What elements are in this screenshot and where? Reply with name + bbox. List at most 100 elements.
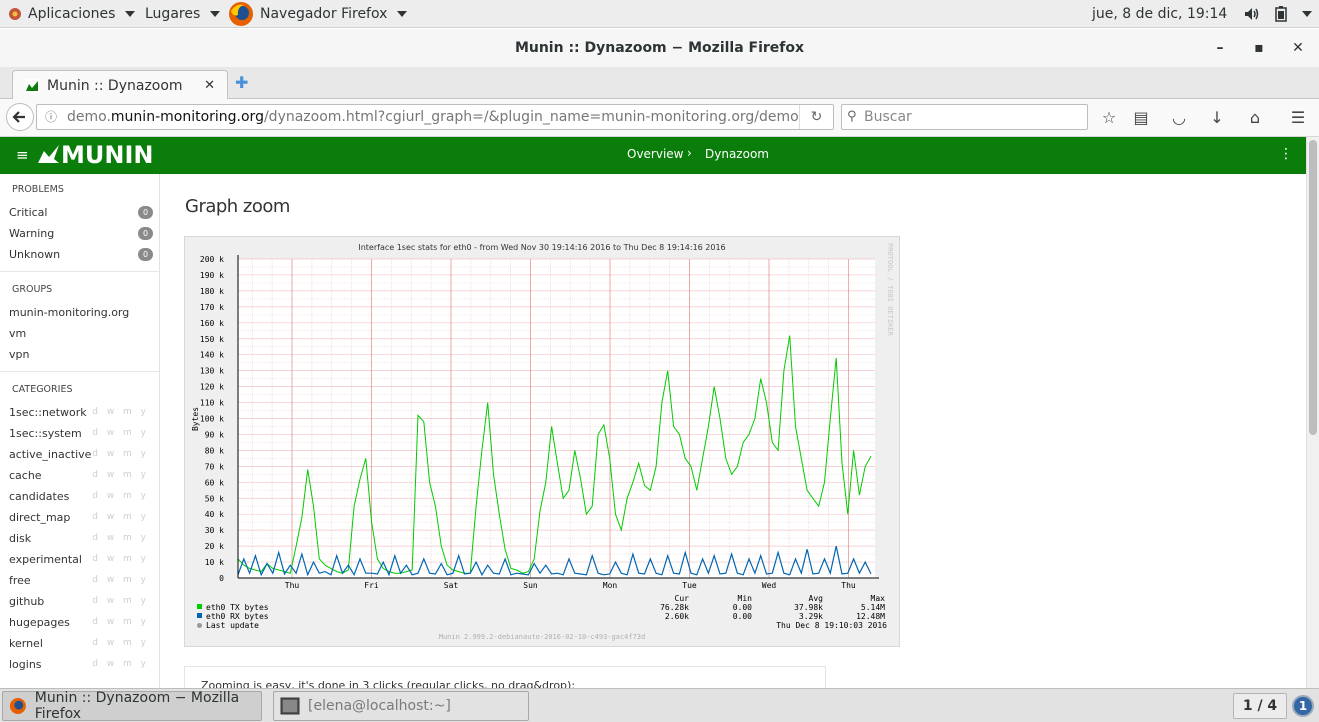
period-links[interactable]: d w m y — [92, 528, 149, 549]
legend-value-min: 0.00 — [733, 603, 752, 612]
problem-critical[interactable]: Critical 0 — [0, 202, 159, 223]
y-tick-label: 160 k — [200, 319, 224, 328]
system-menu[interactable] — [1298, 0, 1312, 28]
y-tick-label: 180 k — [200, 287, 224, 296]
group-link[interactable]: vpn — [0, 344, 159, 365]
period-links[interactable]: d w m y — [92, 507, 149, 528]
munin-favicon-icon — [25, 78, 39, 93]
taskbar-terminal-label: [elena@localhost:~] — [308, 698, 451, 714]
taskbar-terminal-window[interactable]: [elena@localhost:~] — [273, 691, 529, 721]
pocket-icon[interactable]: ◡ — [1169, 108, 1189, 128]
period-links[interactable]: d w m y — [92, 465, 149, 486]
site-info-icon[interactable]: ⓘ — [45, 105, 57, 129]
y-tick-label: 90 k — [205, 430, 224, 439]
legend-header-avg: Avg — [809, 594, 824, 603]
category-label: experimental — [9, 553, 82, 566]
volume-icon[interactable] — [1244, 0, 1260, 28]
y-tick-label: 70 k — [205, 462, 224, 471]
places-label: Lugares — [145, 6, 201, 22]
x-tick-label: Wed — [762, 581, 777, 590]
window-title-bar: Munin :: Dynazoom − Mozilla Firefox – ▪ … — [0, 29, 1319, 67]
home-icon[interactable]: ⌂ — [1245, 108, 1265, 128]
period-links[interactable]: d w m y — [92, 402, 149, 423]
x-tick-label: Fri — [364, 581, 379, 590]
munin-bird-icon — [38, 145, 59, 163]
menu-toggle-icon[interactable]: ≡ — [16, 146, 29, 164]
clock[interactable]: jue, 8 de dic, 19:14 — [1092, 0, 1227, 28]
group-link[interactable]: munin-monitoring.org — [0, 302, 159, 323]
reading-list-icon[interactable]: ▤ — [1131, 108, 1151, 128]
minimize-button[interactable]: – — [1210, 29, 1230, 67]
period-links[interactable]: d w m y — [92, 591, 149, 612]
period-links[interactable]: d w m y — [92, 444, 149, 465]
period-links[interactable]: d w m y — [92, 549, 149, 570]
workspace-label: 1 / 4 — [1242, 698, 1278, 714]
period-links[interactable]: d w m y — [92, 612, 149, 633]
period-links[interactable]: d w m y — [92, 570, 149, 591]
munin-logo[interactable]: MUNIN — [38, 141, 153, 169]
period-links[interactable]: d w m y — [92, 486, 149, 507]
more-options-icon[interactable]: ⋮ — [1279, 146, 1293, 162]
category-link[interactable]: active_inactive d w m y — [0, 444, 159, 465]
breadcrumb-separator: › — [687, 146, 692, 160]
x-tick-label: Mon — [603, 581, 618, 590]
reload-button[interactable]: ↻ — [799, 105, 833, 129]
hamburger-menu-icon[interactable]: ☰ — [1288, 108, 1308, 128]
category-link[interactable]: experimental d w m y — [0, 549, 159, 570]
firefox-app-label: Navegador Firefox — [260, 6, 388, 22]
problem-warning[interactable]: Warning 0 — [0, 223, 159, 244]
category-link[interactable]: github d w m y — [0, 591, 159, 612]
maximize-button[interactable]: ▪ — [1249, 29, 1269, 67]
graph-title: Interface 1sec stats for eth0 - from Wed… — [358, 243, 725, 252]
y-tick-label: 150 k — [200, 335, 224, 344]
tab-munin-dynazoom[interactable]: Munin :: Dynazoom ✕ — [12, 70, 228, 100]
period-links[interactable]: d w m y — [92, 633, 149, 654]
close-window-button[interactable]: ✕ — [1288, 29, 1308, 67]
y-tick-label: 80 k — [205, 446, 224, 455]
taskbar-firefox-window[interactable]: Munin :: Dynazoom − Mozilla Firefox — [2, 690, 262, 722]
problem-label: Warning — [9, 227, 55, 240]
battery-icon[interactable] — [1275, 0, 1287, 28]
group-link[interactable]: vm — [0, 323, 159, 344]
graph-panel[interactable]: 0 10 k 20 k 30 k 40 k 50 k 60 k 70 k 80 k 90 k 100… — [184, 236, 900, 647]
category-link[interactable]: 1sec::system d w m y — [0, 423, 159, 444]
applications-label: Aplicaciones — [28, 6, 116, 22]
places-menu[interactable]: Lugares — [145, 0, 221, 28]
graph-image[interactable]: 0 10 k 20 k 30 k 40 k 50 k 60 k 70 k 80 k 90 k 100… — [185, 237, 899, 646]
url-prefix: demo. — [67, 109, 111, 125]
category-link[interactable]: direct_map d w m y — [0, 507, 159, 528]
category-label: free — [9, 574, 31, 587]
search-input[interactable]: ⚲ Buscar — [841, 104, 1088, 130]
breadcrumb-overview[interactable]: Overview — [627, 147, 684, 161]
tab-close-button[interactable]: ✕ — [204, 78, 215, 93]
scrollbar-thumb[interactable] — [1309, 140, 1317, 435]
group-label: vpn — [9, 348, 30, 361]
navigation-toolbar: ⓘ demo.munin-monitoring.org/dynazoom.htm… — [0, 99, 1319, 137]
firefox-app-menu[interactable]: Navegador Firefox — [228, 0, 408, 28]
url-host: munin-monitoring.org — [110, 109, 264, 125]
y-tick-label: 100 k — [200, 415, 224, 424]
category-link[interactable]: kernel d w m y — [0, 633, 159, 654]
url-bar[interactable]: ⓘ demo.munin-monitoring.org/dynazoom.htm… — [36, 104, 834, 130]
category-link[interactable]: free d w m y — [0, 570, 159, 591]
applications-menu[interactable]: Aplicaciones — [8, 0, 136, 28]
period-links[interactable]: d w m y — [92, 423, 149, 444]
category-link[interactable]: candidates d w m y — [0, 486, 159, 507]
y-axis-label: Bytes — [191, 407, 200, 431]
munin-header: ≡ MUNIN Overview › Dynazoom ⋮ — [0, 137, 1306, 174]
downloads-icon[interactable]: ↓ — [1207, 108, 1227, 128]
category-link[interactable]: 1sec::network d w m y — [0, 402, 159, 423]
category-link[interactable]: cache d w m y — [0, 465, 159, 486]
notification-badge[interactable]: 1 — [1292, 695, 1314, 717]
workspace-switcher[interactable]: 1 / 4 — [1233, 693, 1287, 719]
bookmark-star-icon[interactable]: ☆ — [1099, 108, 1119, 128]
category-link[interactable]: logins d w m y — [0, 654, 159, 675]
search-icon: ⚲ — [847, 109, 857, 124]
back-button[interactable] — [6, 103, 34, 131]
new-tab-button[interactable]: ✚ — [235, 73, 248, 92]
page-scrollbar[interactable] — [1306, 137, 1319, 688]
category-link[interactable]: hugepages d w m y — [0, 612, 159, 633]
problem-unknown[interactable]: Unknown 0 — [0, 244, 159, 265]
period-links[interactable]: d w m y — [92, 654, 149, 675]
category-link[interactable]: disk d w m y — [0, 528, 159, 549]
